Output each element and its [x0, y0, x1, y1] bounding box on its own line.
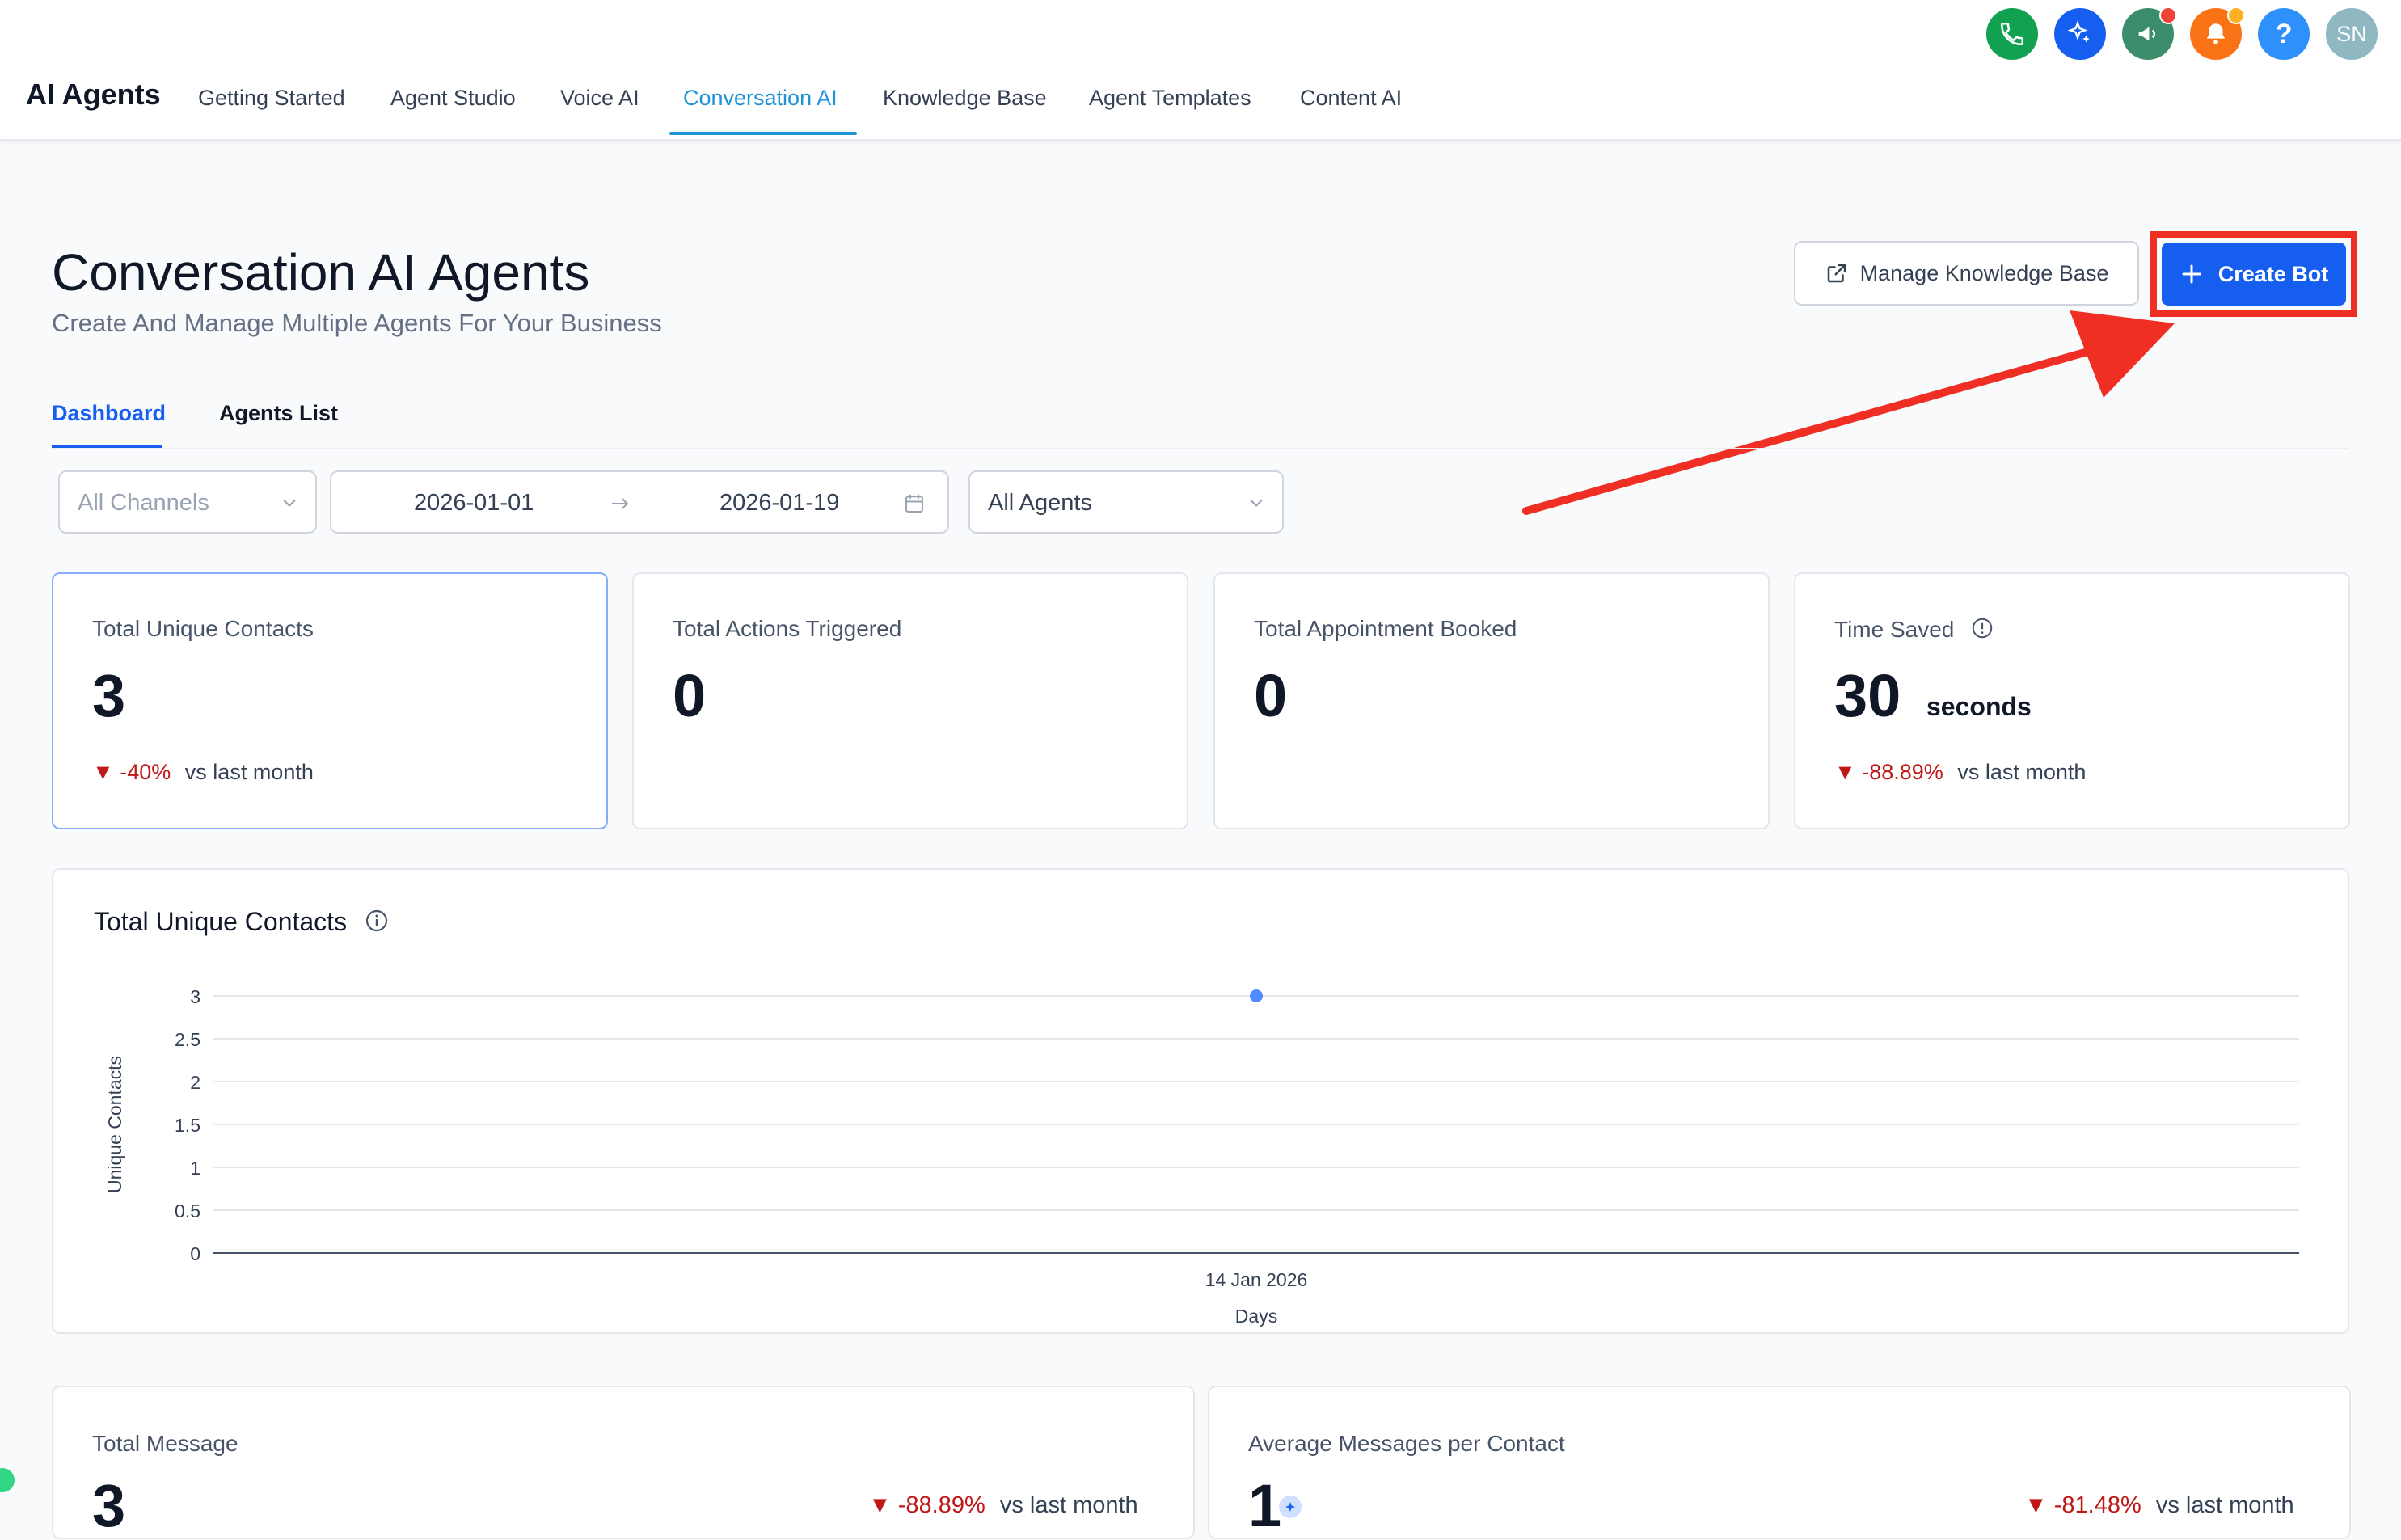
nav-active-indicator — [669, 132, 857, 135]
phone-button[interactable] — [1986, 8, 2038, 60]
manage-knowledge-base-label: Manage Knowledge Base — [1859, 260, 2109, 285]
nav-tab-content-ai[interactable]: Content AI — [1300, 86, 1402, 111]
y-tick-label: 0 — [190, 1243, 200, 1264]
nav-tab-agent-templates[interactable]: Agent Templates — [1089, 86, 1251, 111]
metric-value: 3 — [92, 1472, 126, 1539]
bell-icon — [2206, 23, 2226, 44]
metric-card-avg-messages[interactable]: Average Messages per Contact 1 ▼ -81.48%… — [1208, 1386, 2351, 1539]
metric-trend: ▼ -40% vs last month — [92, 760, 314, 785]
trend-down-icon: ▼ — [92, 760, 114, 784]
announcements-button[interactable] — [2122, 6, 2177, 60]
metric-compare: vs last month — [999, 1492, 1138, 1518]
data-point — [1250, 989, 1263, 1002]
avatar-initials: SN — [2336, 21, 2367, 46]
metric-card-actions-triggered[interactable]: Total Actions Triggered 0 — [632, 572, 1188, 829]
metric-trend: ▼ -88.89% vs last month — [868, 1492, 1138, 1519]
help-button[interactable]: ? — [2258, 8, 2310, 60]
y-tick-label: 3 — [190, 986, 200, 1007]
nav-tab-agent-studio[interactable]: Agent Studio — [390, 86, 516, 111]
external-link-icon — [1827, 264, 1846, 283]
y-axis-label: Unique Contacts — [104, 1056, 125, 1193]
notification-dot — [2227, 6, 2245, 24]
metric-value: 3 — [92, 662, 126, 729]
y-tick-label: 0.5 — [175, 1200, 200, 1221]
metric-card-unique-contacts[interactable]: Total Unique Contacts 3 ▼ -40% vs last m… — [52, 572, 608, 829]
sparkle-icon — [2067, 19, 2090, 43]
trend-down-icon: ▼ — [868, 1492, 892, 1518]
metric-compare: vs last month — [2155, 1492, 2294, 1518]
date-start-input[interactable]: 2026-01-01 — [414, 490, 534, 517]
chevron-down-icon — [283, 499, 296, 507]
y-tick-label: 1.5 — [175, 1115, 200, 1136]
highlight-box-annotation — [2150, 231, 2357, 317]
arrow-right-icon — [612, 498, 629, 509]
metric-value: 30 — [1834, 662, 1901, 729]
y-tick-label: 1 — [190, 1158, 200, 1179]
nav-tab-knowledge-base[interactable]: Knowledge Base — [883, 86, 1047, 111]
phone-icon — [2000, 22, 2024, 46]
sparkle-badge-icon — [1279, 1496, 1302, 1518]
tab-dashboard[interactable]: Dashboard — [52, 401, 166, 426]
metric-card-total-message[interactable]: Total Message 3 ▼ -88.89% vs last month — [52, 1386, 1195, 1539]
x-axis-label: Days — [1235, 1306, 1277, 1327]
nav-tab-getting-started[interactable]: Getting Started — [198, 86, 345, 111]
metric-value: 0 — [673, 662, 707, 729]
metric-label: Average Messages per Contact — [1248, 1431, 1565, 1456]
x-tick-label: 14 Jan 2026 — [1205, 1269, 1308, 1290]
agent-select[interactable]: All Agents — [968, 470, 1284, 534]
metric-trend: ▼ -81.48% vs last month — [2024, 1492, 2294, 1519]
top-nav-bar: AI Agents Getting Started Agent Studio V… — [0, 0, 2401, 141]
metric-change: -88.89% — [1862, 760, 1943, 784]
date-end-input[interactable]: 2026-01-19 — [719, 490, 839, 517]
metric-card-time-saved[interactable]: Time Saved 30 seconds ▼ -88.89% vs last … — [1794, 572, 2350, 829]
channel-select[interactable]: All Channels — [58, 470, 317, 534]
metric-value: 0 — [1254, 662, 1288, 729]
chevron-down-icon — [1250, 499, 1263, 507]
line-chart: 0 0.5 1 1.5 2 2.5 3 14 Jan 2026 Days Unique Conta… — [104, 986, 2299, 1327]
metric-value: 1 — [1248, 1472, 1282, 1539]
notification-dot — [2159, 6, 2177, 24]
metric-label: Total Actions Triggered — [673, 616, 902, 641]
metric-change: -81.48% — [2053, 1492, 2141, 1518]
metric-card-appointments-booked[interactable]: Total Appointment Booked 0 — [1213, 572, 1770, 829]
status-dot — [0, 1468, 15, 1492]
metric-label: Total Appointment Booked — [1254, 616, 1517, 641]
notifications-button[interactable] — [2190, 6, 2245, 60]
y-tick-label: 2.5 — [175, 1029, 200, 1050]
megaphone-icon — [2138, 27, 2156, 41]
manage-knowledge-base-button[interactable]: Manage Knowledge Base — [1794, 241, 2139, 306]
tab-agents-list[interactable]: Agents List — [219, 401, 338, 426]
annotation-arrow — [1522, 310, 2175, 515]
metric-label: Total Unique Contacts — [92, 616, 314, 641]
chart-card-unique-contacts: Total Unique Contacts 0 0.5 1 1.5 2 2.5 3 14 Ja… — [52, 868, 2349, 1334]
page-subtitle: Create And Manage Multiple Agents For Yo… — [52, 309, 662, 337]
y-tick-label: 2 — [190, 1072, 200, 1093]
metric-compare: vs last month — [184, 760, 314, 784]
page-title: Conversation AI Agents — [52, 243, 590, 302]
metric-label: Total Message — [92, 1431, 238, 1456]
metric-unit: seconds — [1926, 692, 2032, 721]
info-icon[interactable] — [1970, 616, 1994, 640]
metric-label-text: Time Saved — [1834, 617, 1955, 642]
calendar-icon — [905, 494, 923, 513]
app-title: AI Agents — [26, 78, 161, 111]
metric-change: -40% — [120, 760, 171, 784]
help-icon: ? — [2275, 18, 2293, 49]
metric-compare: vs last month — [1957, 760, 2087, 784]
date-range-picker[interactable]: 2026-01-01 2026-01-19 — [330, 470, 949, 534]
trend-down-icon: ▼ — [2024, 1492, 2048, 1518]
channel-select-value: All Channels — [78, 490, 209, 516]
tabs-divider — [52, 448, 2349, 449]
agent-select-value: All Agents — [988, 490, 1092, 516]
trend-down-icon: ▼ — [1834, 760, 1856, 784]
metric-label: Time Saved — [1834, 616, 1994, 643]
metric-trend: ▼ -88.89% vs last month — [1834, 760, 2086, 785]
metric-change: -88.89% — [897, 1492, 985, 1518]
ai-assistant-button[interactable] — [2054, 8, 2106, 60]
nav-tab-conversation-ai[interactable]: Conversation AI — [683, 86, 838, 111]
nav-tab-voice-ai[interactable]: Voice AI — [560, 86, 639, 111]
user-avatar[interactable]: SN — [2326, 8, 2378, 60]
